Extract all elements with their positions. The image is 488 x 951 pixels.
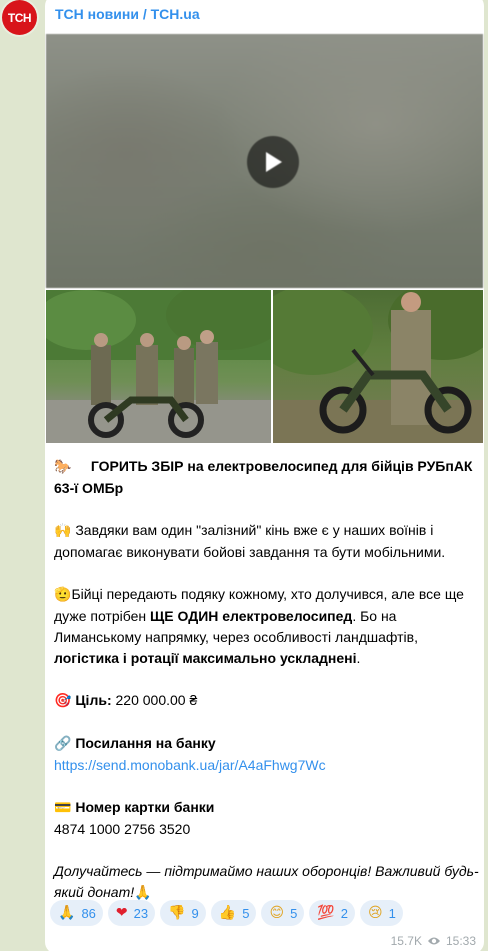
- goal-label: Ціль:: [75, 692, 112, 708]
- photo-soldiers-group[interactable]: [46, 290, 271, 443]
- monobank-link[interactable]: https://send.monobank.ua/jar/A4aFhwg7Wc: [54, 757, 326, 773]
- raising-hands-icon: 🙌: [54, 523, 72, 539]
- closing-text: Долучайтесь — підтримаймо наших оборонці…: [54, 863, 479, 900]
- post-title: 🐎 ГОРИТЬ ЗБІР на електровелосипед для бі…: [54, 456, 479, 499]
- horse-icon: 🐎: [54, 459, 72, 475]
- goal-line: 🎯 Ціль: 220 000.00 ₴: [54, 690, 479, 712]
- smile-icon: 😊: [269, 905, 285, 921]
- card-label: Номер картки банки: [75, 799, 215, 815]
- reaction-count: 23: [133, 905, 149, 921]
- thumbs-up-icon: 👍: [218, 905, 237, 921]
- reaction-count: 9: [191, 905, 199, 921]
- heart-icon: ❤: [115, 905, 128, 921]
- reaction-heart[interactable]: ❤ 23: [107, 900, 156, 926]
- play-icon: [266, 152, 282, 172]
- closing-line: Долучайтесь — підтримаймо наших оборонці…: [54, 861, 479, 904]
- post-title-text: ГОРИТЬ ЗБІР на електровелосипед для бійц…: [54, 458, 473, 496]
- reaction-count: 2: [340, 905, 348, 921]
- channel-avatar[interactable]: ТСН: [2, 0, 37, 35]
- salute-icon: 🫡: [54, 587, 72, 603]
- eye-icon: [427, 937, 440, 945]
- photo-soldier-with-bike-image: [273, 290, 483, 443]
- paragraph-2: 🫡Бійці передають подяку кожному, хто дол…: [54, 584, 479, 669]
- paragraph-2-text-c: .: [356, 650, 361, 666]
- reaction-count: 1: [388, 905, 396, 921]
- reactions-bar: 🙏 86 ❤ 23 👎 9 👍 5 😊 5 💯 2 😢 1: [50, 900, 403, 926]
- hundred-icon: 💯: [317, 905, 335, 921]
- card-line: 💳 Номер картки банки: [54, 797, 479, 819]
- post-text: 🐎 ГОРИТЬ ЗБІР на електровелосипед для бі…: [54, 456, 479, 904]
- photo-soldier-with-bike[interactable]: [273, 290, 483, 443]
- reaction-count: 86: [81, 905, 96, 921]
- cry-icon: 😢: [367, 905, 383, 921]
- paragraph-1: 🙌 Завдяки вам один "залізний" кінь вже є…: [54, 520, 479, 563]
- message-bubble: ТСН новини / TCH.ua 🐎 ГОРИТЬ ЗБІР на еле…: [45, 0, 484, 951]
- reaction-cry[interactable]: 😢 1: [359, 900, 403, 926]
- message-time: 15:33: [445, 934, 476, 948]
- card-number[interactable]: 4874 1000 2756 3520: [54, 819, 479, 840]
- reaction-smile[interactable]: 😊 5: [261, 900, 305, 926]
- reaction-hundred[interactable]: 💯 2: [309, 900, 355, 926]
- thumbs-down-icon: 👎: [168, 905, 186, 921]
- message-meta: 15.7K 15:33: [391, 934, 476, 948]
- paragraph-2-bold-a: ЩЕ ОДИН електровелосипед: [150, 608, 353, 624]
- video-preview[interactable]: [46, 34, 483, 288]
- reaction-count: 5: [242, 905, 250, 921]
- praying-hands-icon: 🙏: [134, 885, 152, 901]
- link-line: 🔗 Посилання на банку: [54, 733, 479, 755]
- reaction-thumbs-down[interactable]: 👎 9: [160, 900, 206, 926]
- reaction-thumbs-up[interactable]: 👍 5: [210, 900, 257, 926]
- play-button[interactable]: [247, 136, 299, 188]
- paragraph-1-text: Завдяки вам один "залізний" кінь вже є у…: [54, 522, 446, 560]
- reaction-pray[interactable]: 🙏 86: [50, 900, 103, 926]
- channel-name[interactable]: ТСН новини / TCH.ua: [55, 6, 200, 22]
- view-count: 15.7K: [390, 934, 422, 948]
- reaction-count: 5: [290, 905, 298, 921]
- paragraph-2-bold-b: логістика і ротації максимально ускладне…: [54, 650, 357, 666]
- photo-soldiers-group-image: [46, 290, 271, 443]
- goal-value: 220 000.00 ₴: [115, 692, 198, 708]
- pray-icon: 🙏: [58, 905, 76, 921]
- link-icon: 🔗: [54, 736, 72, 752]
- credit-card-icon: 💳: [54, 800, 72, 816]
- link-label: Посилання на банку: [75, 735, 216, 751]
- target-icon: 🎯: [54, 693, 72, 709]
